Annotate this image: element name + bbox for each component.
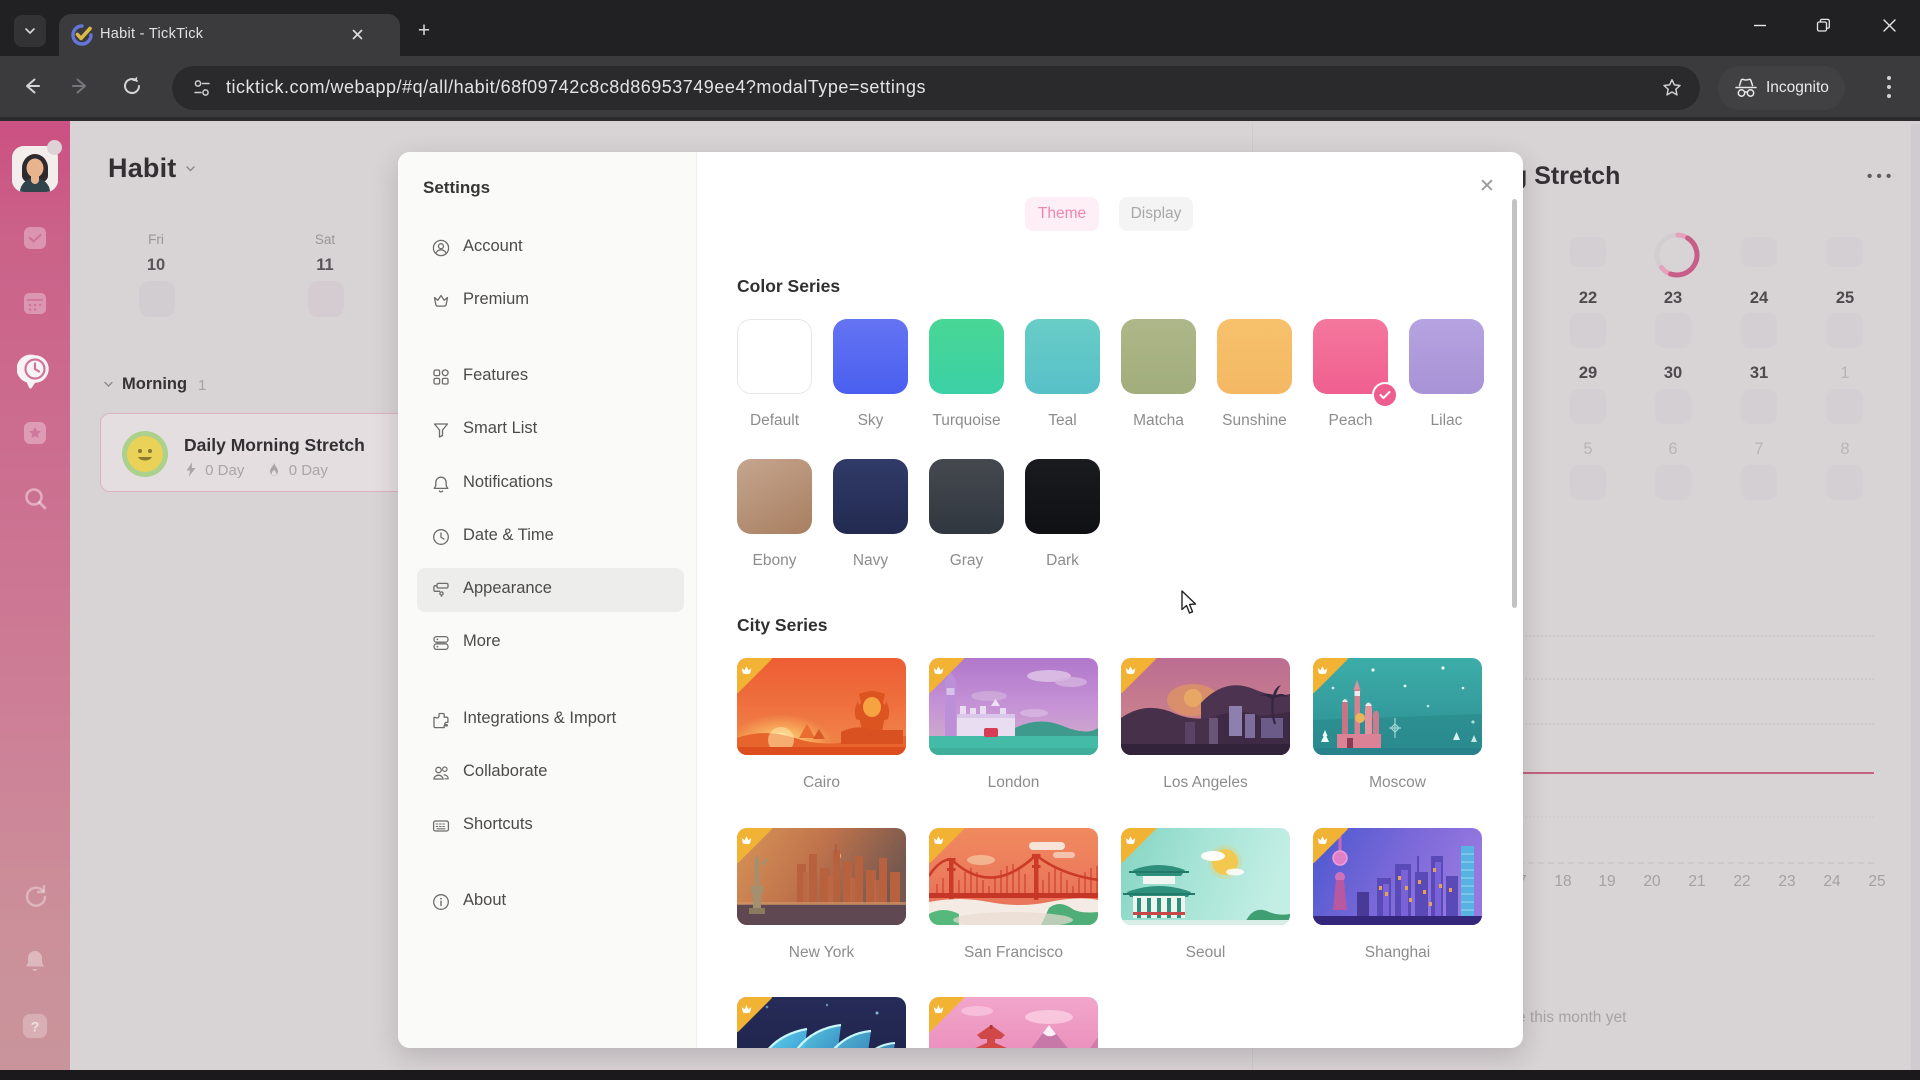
svg-text:?: ? (31, 1019, 40, 1035)
